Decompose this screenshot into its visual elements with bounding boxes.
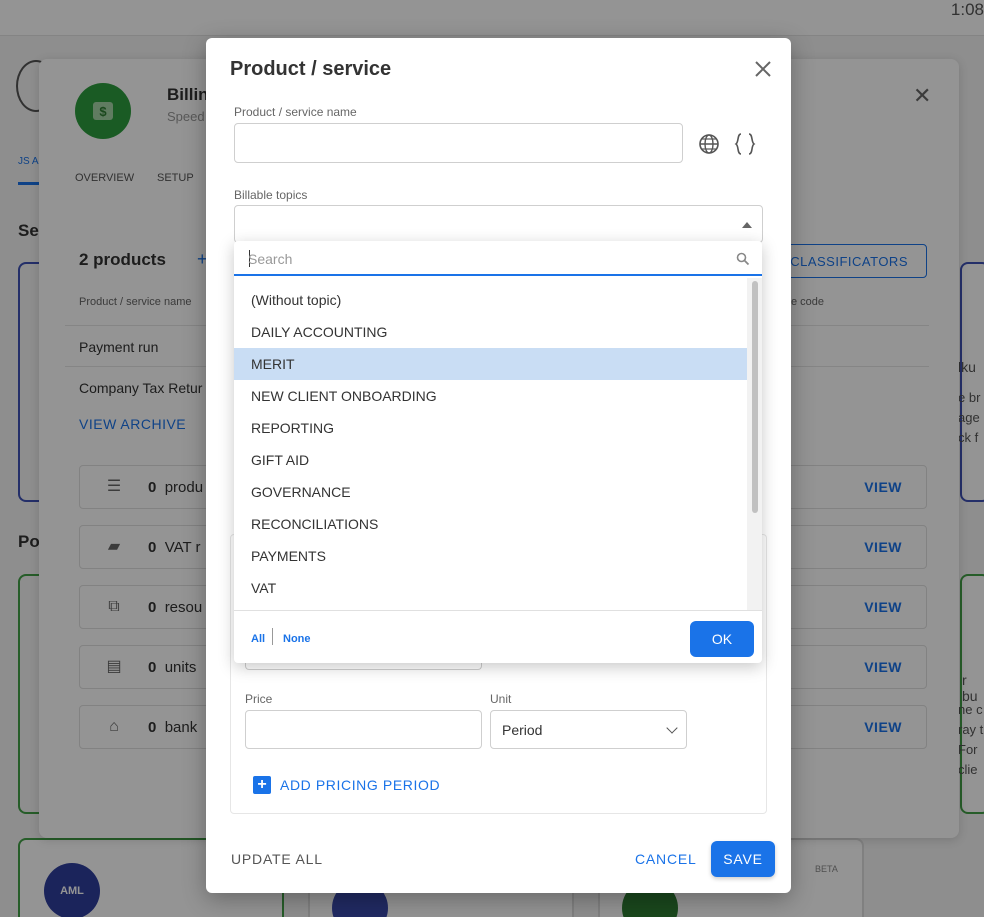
- code-braces-icon[interactable]: [734, 132, 756, 156]
- unit-select[interactable]: Period: [490, 710, 687, 749]
- add-pricing-period-button[interactable]: + ADD PRICING PERIOD: [253, 776, 440, 794]
- topic-option[interactable]: REPORTING: [234, 412, 747, 444]
- billable-topics-label: Billable topics: [234, 188, 308, 202]
- plus-icon: +: [253, 776, 271, 794]
- dropdown-footer: All None OK: [234, 610, 762, 663]
- price-label: Price: [245, 692, 273, 706]
- search-icon: [736, 252, 750, 266]
- topic-option[interactable]: (Without topic): [234, 284, 747, 316]
- cancel-button[interactable]: CANCEL: [635, 851, 697, 867]
- dropdown-search: [234, 241, 762, 276]
- topic-option-selected[interactable]: MERIT: [234, 348, 747, 380]
- search-input[interactable]: [248, 249, 728, 269]
- scrollbar-thumb[interactable]: [752, 281, 758, 513]
- price-input[interactable]: [245, 710, 482, 749]
- add-pricing-period-label: ADD PRICING PERIOD: [280, 777, 441, 793]
- topic-option[interactable]: GIFT AID: [234, 444, 747, 476]
- caret-up-icon: [742, 222, 752, 228]
- select-all-link[interactable]: All: [251, 633, 265, 645]
- select-none-link[interactable]: None: [283, 633, 311, 645]
- topic-option[interactable]: RECONCILIATIONS: [234, 508, 747, 540]
- topic-option[interactable]: VAT: [234, 572, 747, 604]
- save-button[interactable]: SAVE: [711, 841, 775, 877]
- topic-option[interactable]: GOVERNANCE: [234, 476, 747, 508]
- topics-dropdown: (Without topic) DAILY ACCOUNTING MERIT N…: [234, 241, 762, 663]
- globe-icon[interactable]: [698, 133, 720, 155]
- update-all-button[interactable]: UPDATE ALL: [231, 851, 323, 867]
- topic-option[interactable]: PAYMENTS: [234, 540, 747, 572]
- billable-topics-select[interactable]: [234, 205, 763, 243]
- ok-button[interactable]: OK: [690, 621, 754, 657]
- name-label: Product / service name: [234, 105, 357, 119]
- unit-label: Unit: [490, 692, 512, 706]
- close-icon[interactable]: [752, 58, 774, 80]
- topics-list: (Without topic) DAILY ACCOUNTING MERIT N…: [234, 284, 747, 610]
- topic-option[interactable]: NEW CLIENT ONBOARDING: [234, 380, 747, 412]
- divider: [272, 628, 273, 645]
- chevron-down-icon: [666, 722, 678, 734]
- unit-value: Period: [502, 722, 543, 738]
- name-input[interactable]: [234, 123, 683, 163]
- topic-option[interactable]: DAILY ACCOUNTING: [234, 316, 747, 348]
- dialog-title: Product / service: [230, 58, 392, 80]
